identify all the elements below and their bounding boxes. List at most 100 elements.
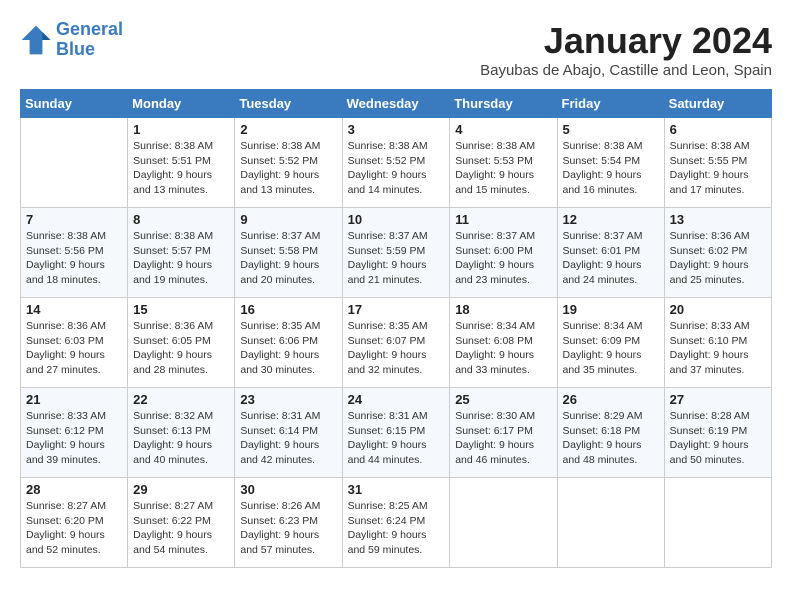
day-info: Sunrise: 8:35 AMSunset: 6:06 PMDaylight:… [240,319,336,378]
day-info: Sunrise: 8:38 AMSunset: 5:53 PMDaylight:… [455,139,551,198]
day-info: Sunrise: 8:33 AMSunset: 6:10 PMDaylight:… [670,319,766,378]
calendar-cell: 21Sunrise: 8:33 AMSunset: 6:12 PMDayligh… [21,388,128,478]
day-info: Sunrise: 8:31 AMSunset: 6:15 PMDaylight:… [348,409,445,468]
day-info: Sunrise: 8:37 AMSunset: 5:59 PMDaylight:… [348,229,445,288]
day-number: 13 [670,212,766,227]
day-info: Sunrise: 8:28 AMSunset: 6:19 PMDaylight:… [670,409,766,468]
day-info: Sunrise: 8:38 AMSunset: 5:51 PMDaylight:… [133,139,229,198]
calendar-cell: 4 Sunrise: 8:38 AMSunset: 5:53 PMDaylight… [450,118,557,208]
day-number: 18 [455,302,551,317]
logo-text: General Blue [56,20,123,60]
day-number: 5 [563,122,659,137]
day-info: Sunrise: 8:37 AMSunset: 6:00 PMDaylight:… [455,229,551,288]
calendar-cell: 11 Sunrise: 8:37 AMSunset: 6:00 PMDayligh… [450,208,557,298]
day-number: 9 [240,212,336,227]
calendar-cell: 31 Sunrise: 8:25 AMSunset: 6:24 PMDayligh… [342,478,450,568]
day-number: 27 [670,392,766,407]
weekday-header-saturday: Saturday [664,90,771,118]
day-info: Sunrise: 8:30 AMSunset: 6:17 PMDaylight:… [455,409,551,468]
weekday-header-sunday: Sunday [21,90,128,118]
calendar-cell: 12Sunrise: 8:37 AMSunset: 6:01 PMDayligh… [557,208,664,298]
day-number: 1 [133,122,229,137]
day-info: Sunrise: 8:31 AMSunset: 6:14 PMDaylight:… [240,409,336,468]
calendar-cell: 24Sunrise: 8:31 AMSunset: 6:15 PMDayligh… [342,388,450,478]
calendar-cell: 29 Sunrise: 8:27 AMSunset: 6:22 PMDayligh… [128,478,235,568]
calendar-cell: 9 Sunrise: 8:37 AMSunset: 5:58 PMDaylight… [235,208,342,298]
calendar-cell: 10Sunrise: 8:37 AMSunset: 5:59 PMDayligh… [342,208,450,298]
calendar-cell [21,118,128,208]
day-number: 15 [133,302,229,317]
calendar-cell: 8Sunrise: 8:38 AMSunset: 5:57 PMDaylight… [128,208,235,298]
calendar-cell: 15 Sunrise: 8:36 AMSunset: 6:05 PMDayligh… [128,298,235,388]
calendar-body: 1 Sunrise: 8:38 AMSunset: 5:51 PMDaylight… [21,118,772,568]
day-number: 23 [240,392,336,407]
title-area: January 2024 Bayubas de Abajo, Castille … [480,20,772,79]
calendar-cell [557,478,664,568]
day-info: Sunrise: 8:36 AMSunset: 6:05 PMDaylight:… [133,319,229,378]
weekday-row: SundayMondayTuesdayWednesdayThursdayFrid… [21,90,772,118]
day-info: Sunrise: 8:38 AMSunset: 5:52 PMDaylight:… [240,139,336,198]
day-number: 21 [26,392,122,407]
calendar-week-row: 28 Sunrise: 8:27 AMSunset: 6:20 PMDayligh… [21,478,772,568]
calendar-cell: 5Sunrise: 8:38 AMSunset: 5:54 PMDaylight… [557,118,664,208]
day-info: Sunrise: 8:35 AMSunset: 6:07 PMDaylight:… [348,319,445,378]
day-info: Sunrise: 8:29 AMSunset: 6:18 PMDaylight:… [563,409,659,468]
day-number: 6 [670,122,766,137]
calendar-cell: 17Sunrise: 8:35 AMSunset: 6:07 PMDayligh… [342,298,450,388]
day-number: 22 [133,392,229,407]
day-number: 11 [455,212,551,227]
logo: General Blue [20,20,123,60]
calendar-cell: 28 Sunrise: 8:27 AMSunset: 6:20 PMDayligh… [21,478,128,568]
day-info: Sunrise: 8:34 AMSunset: 6:08 PMDaylight:… [455,319,551,378]
logo-line1: General [56,19,123,39]
calendar-week-row: 7Sunrise: 8:38 AMSunset: 5:56 PMDaylight… [21,208,772,298]
day-info: Sunrise: 8:37 AMSunset: 5:58 PMDaylight:… [240,229,336,288]
day-info: Sunrise: 8:27 AMSunset: 6:22 PMDaylight:… [133,499,229,558]
calendar-cell: 19 Sunrise: 8:34 AMSunset: 6:09 PMDayligh… [557,298,664,388]
day-info: Sunrise: 8:25 AMSunset: 6:24 PMDaylight:… [348,499,445,558]
day-number: 25 [455,392,551,407]
calendar-cell: 26 Sunrise: 8:29 AMSunset: 6:18 PMDayligh… [557,388,664,478]
calendar-cell: 3 Sunrise: 8:38 AMSunset: 5:52 PMDaylight… [342,118,450,208]
weekday-header-thursday: Thursday [450,90,557,118]
day-number: 28 [26,482,122,497]
calendar-cell: 22 Sunrise: 8:32 AMSunset: 6:13 PMDayligh… [128,388,235,478]
day-number: 20 [670,302,766,317]
calendar-cell: 2 Sunrise: 8:38 AMSunset: 5:52 PMDaylight… [235,118,342,208]
day-number: 26 [563,392,659,407]
calendar-week-row: 1 Sunrise: 8:38 AMSunset: 5:51 PMDaylight… [21,118,772,208]
day-info: Sunrise: 8:38 AMSunset: 5:55 PMDaylight:… [670,139,766,198]
day-number: 16 [240,302,336,317]
weekday-header-wednesday: Wednesday [342,90,450,118]
calendar-cell: 6 Sunrise: 8:38 AMSunset: 5:55 PMDaylight… [664,118,771,208]
calendar-cell [664,478,771,568]
day-number: 2 [240,122,336,137]
day-number: 3 [348,122,445,137]
day-number: 8 [133,212,229,227]
weekday-header-friday: Friday [557,90,664,118]
calendar-cell: 13Sunrise: 8:36 AMSunset: 6:02 PMDayligh… [664,208,771,298]
calendar-cell: 7Sunrise: 8:38 AMSunset: 5:56 PMDaylight… [21,208,128,298]
calendar-cell: 16 Sunrise: 8:35 AMSunset: 6:06 PMDayligh… [235,298,342,388]
day-number: 30 [240,482,336,497]
calendar-cell: 14Sunrise: 8:36 AMSunset: 6:03 PMDayligh… [21,298,128,388]
weekday-header-tuesday: Tuesday [235,90,342,118]
header: General Blue January 2024 Bayubas de Aba… [20,20,772,79]
day-info: Sunrise: 8:37 AMSunset: 6:01 PMDaylight:… [563,229,659,288]
calendar-cell: 25 Sunrise: 8:30 AMSunset: 6:17 PMDayligh… [450,388,557,478]
calendar-header: SundayMondayTuesdayWednesdayThursdayFrid… [21,90,772,118]
calendar-cell: 20 Sunrise: 8:33 AMSunset: 6:10 PMDayligh… [664,298,771,388]
calendar-cell: 18 Sunrise: 8:34 AMSunset: 6:08 PMDayligh… [450,298,557,388]
day-number: 29 [133,482,229,497]
day-info: Sunrise: 8:26 AMSunset: 6:23 PMDaylight:… [240,499,336,558]
day-number: 19 [563,302,659,317]
day-info: Sunrise: 8:27 AMSunset: 6:20 PMDaylight:… [26,499,122,558]
day-number: 4 [455,122,551,137]
day-info: Sunrise: 8:32 AMSunset: 6:13 PMDaylight:… [133,409,229,468]
day-info: Sunrise: 8:38 AMSunset: 5:52 PMDaylight:… [348,139,445,198]
day-info: Sunrise: 8:34 AMSunset: 6:09 PMDaylight:… [563,319,659,378]
calendar-week-row: 14Sunrise: 8:36 AMSunset: 6:03 PMDayligh… [21,298,772,388]
weekday-header-monday: Monday [128,90,235,118]
calendar-cell: 1 Sunrise: 8:38 AMSunset: 5:51 PMDaylight… [128,118,235,208]
day-number: 31 [348,482,445,497]
